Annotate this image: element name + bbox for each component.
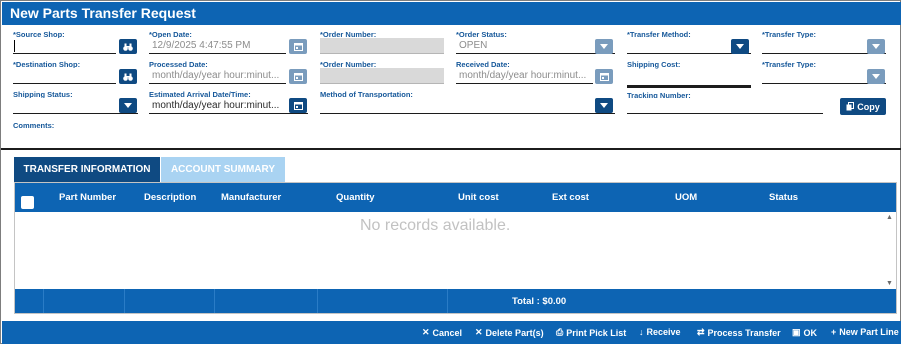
text-cursor <box>14 40 15 52</box>
tab-account-summary[interactable]: ACCOUNT SUMMARY <box>161 157 285 182</box>
column-uom[interactable]: UOM <box>675 192 697 203</box>
footer-cell <box>125 289 215 313</box>
destination-shop-field[interactable] <box>13 68 116 84</box>
open-date-value: 12/9/2025 4:47:55 PM <box>152 40 251 51</box>
process-transfer-button[interactable]: ⇄ Process Transfer <box>697 327 781 338</box>
shipping-cost-field[interactable] <box>627 72 751 88</box>
grid-footer: Total : $0.00 <box>15 289 896 313</box>
copy-icon <box>846 102 855 111</box>
delete-parts-button[interactable]: ✕ Delete Part(s) <box>475 327 544 338</box>
receive-button[interactable]: ↓ Receive <box>639 327 681 337</box>
binoculars-icon <box>123 73 133 81</box>
calendar-icon <box>293 73 303 81</box>
comments-label: Comments: <box>13 121 55 130</box>
close-icon: ✕ <box>475 327 483 337</box>
ok-button[interactable]: ▣ OK <box>792 327 817 338</box>
column-ext-cost[interactable]: Ext cost <box>552 192 589 203</box>
order-status-select[interactable]: OPEN <box>456 38 615 54</box>
column-unit-cost[interactable]: Unit cost <box>458 192 499 203</box>
copy-button[interactable]: Copy <box>840 98 886 115</box>
open-date-calendar-button[interactable] <box>289 39 307 54</box>
chevron-down-icon <box>600 103 608 108</box>
binoculars-icon <box>123 43 133 51</box>
column-manufacturer[interactable]: Manufacturer <box>221 192 281 203</box>
transfer-icon: ⇄ <box>697 327 705 337</box>
plus-icon: + <box>831 327 837 337</box>
transfer-method-dropdown-button[interactable] <box>731 39 749 54</box>
chevron-down-icon <box>736 44 744 49</box>
order-status-dropdown-button[interactable] <box>595 39 613 54</box>
process-transfer-label: Process Transfer <box>707 327 781 338</box>
tracking-number-field[interactable] <box>627 98 823 114</box>
arrow-down-icon: ↓ <box>639 327 644 337</box>
shipping-cost-label: Shipping Cost: <box>627 60 681 69</box>
eta-field[interactable]: month/day/year hour:minut... <box>149 98 308 114</box>
method-of-transportation-dropdown-button[interactable] <box>595 98 613 113</box>
cancel-label: Cancel <box>432 327 463 338</box>
footer-cell <box>318 289 448 313</box>
order-number-field <box>320 38 444 54</box>
grid-header: Part Number Description Manufacturer Qua… <box>15 183 896 212</box>
title-bar: New Parts Transfer Request <box>2 2 901 25</box>
footer-cell <box>44 289 125 313</box>
tab-transfer-information[interactable]: TRANSFER INFORMATION <box>14 157 160 182</box>
eta-calendar-button[interactable] <box>289 98 307 113</box>
method-of-transportation-select[interactable] <box>320 98 615 114</box>
parts-grid: Part Number Description Manufacturer Qua… <box>14 182 897 314</box>
source-shop-lookup-button[interactable] <box>119 39 137 54</box>
column-part-number[interactable]: Part Number <box>59 192 116 203</box>
cancel-button[interactable]: ✕ Cancel <box>422 327 462 338</box>
calendar-icon <box>293 102 303 110</box>
source-shop-field[interactable] <box>13 38 116 54</box>
empty-message: No records available. <box>360 217 511 234</box>
section-divider <box>1 148 901 150</box>
calendar-icon <box>599 73 609 81</box>
eta-placeholder: month/day/year hour:minut... <box>152 100 280 111</box>
page-title: New Parts Transfer Request <box>10 5 196 21</box>
new-part-line-button[interactable]: + New Part Line <box>831 327 899 337</box>
open-date-field[interactable]: 12/9/2025 4:47:55 PM <box>149 38 286 54</box>
action-bar: ✕ Cancel ✕ Delete Part(s) ⎙ Print Pick List… <box>2 321 901 344</box>
transfer-type-2-dropdown-button[interactable] <box>867 69 885 84</box>
printer-icon: ⎙ <box>556 327 564 337</box>
footer-cell <box>15 289 44 313</box>
save-icon: ▣ <box>792 327 801 337</box>
footer-cell <box>215 289 318 313</box>
column-quantity[interactable]: Quantity <box>336 192 375 203</box>
delete-parts-label: Delete Part(s) <box>485 327 544 338</box>
scroll-up-icon[interactable]: ▲ <box>886 214 893 221</box>
chevron-down-icon <box>872 44 880 49</box>
print-pick-list-button[interactable]: ⎙ Print Pick List <box>556 327 626 338</box>
close-icon: ✕ <box>422 327 430 337</box>
received-date-placeholder: month/day/year hour:minut... <box>459 70 587 81</box>
column-status[interactable]: Status <box>769 192 798 203</box>
shipping-status-dropdown-button[interactable] <box>119 98 137 113</box>
select-all-checkbox[interactable] <box>21 196 34 209</box>
receive-label: Receive <box>646 327 681 337</box>
print-pick-list-label: Print Pick List <box>566 327 627 338</box>
grid-scrollbar[interactable]: ▲ ▼ <box>884 212 896 289</box>
chevron-down-icon <box>872 74 880 79</box>
grid-total: Total : $0.00 <box>512 296 567 307</box>
order-number-2-field <box>320 68 444 84</box>
calendar-icon <box>293 43 303 51</box>
scroll-down-icon[interactable]: ▼ <box>886 280 893 287</box>
received-date-calendar-button[interactable] <box>595 69 613 84</box>
transfer-type-dropdown-button[interactable] <box>867 39 885 54</box>
chevron-down-icon <box>600 44 608 49</box>
processed-date-field[interactable]: month/day/year hour:minut... <box>149 68 286 84</box>
grid-body: No records available. <box>15 212 896 289</box>
new-part-line-label: New Part Line <box>839 327 899 337</box>
column-description[interactable]: Description <box>144 192 196 203</box>
chevron-down-icon <box>124 103 132 108</box>
processed-date-placeholder: month/day/year hour:minut... <box>152 70 280 81</box>
received-date-field[interactable]: month/day/year hour:minut... <box>456 68 593 84</box>
destination-shop-lookup-button[interactable] <box>119 69 137 84</box>
copy-button-label: Copy <box>857 101 880 112</box>
order-status-value: OPEN <box>459 40 488 51</box>
window-frame: New Parts Transfer Request *Source Shop:… <box>0 0 901 344</box>
ok-label: OK <box>803 327 818 338</box>
processed-date-calendar-button[interactable] <box>289 69 307 84</box>
